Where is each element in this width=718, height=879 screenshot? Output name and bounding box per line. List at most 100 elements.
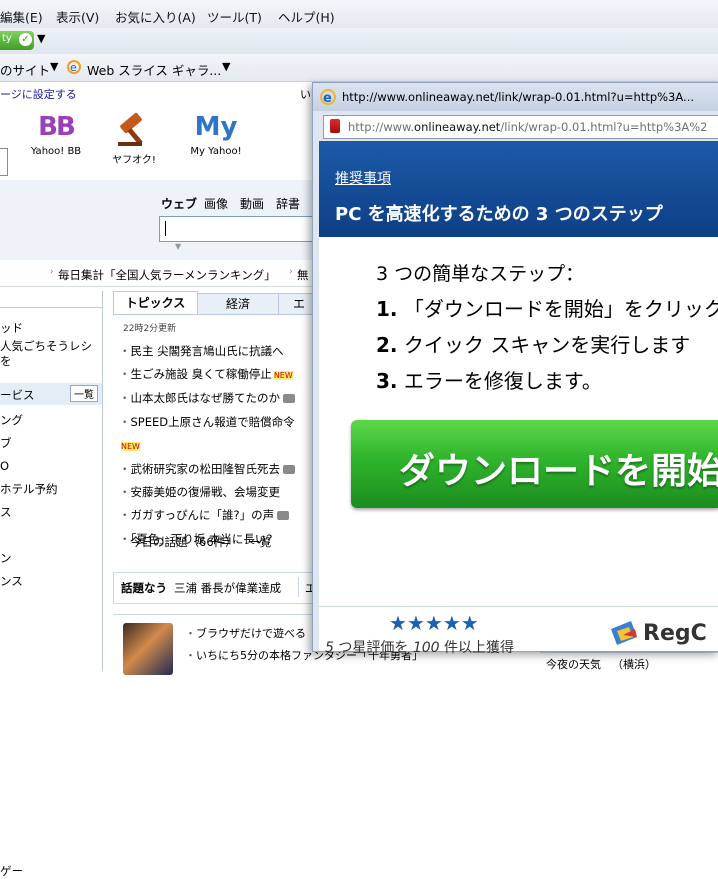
rating-text: 5 つ星評価を 100 件以上獲得 [325,640,515,656]
topics-list-link[interactable]: 一覧 [248,535,271,549]
nav-item[interactable]: ッド [0,317,92,339]
nav-item[interactable]: O [0,455,58,478]
ad-headline: PC を高速化するための 3 つのステップ [335,204,663,225]
favorites-bar: のサイト ▼ e Web スライス ギャラ... ▼ [0,54,718,82]
dropdown-arrow-icon[interactable]: ▼ [37,32,45,45]
svg-text:e: e [70,61,77,74]
command-bar: ty ✓ ▼ [0,28,718,54]
trending-label: 話題なう [121,581,167,595]
download-start-button[interactable]: ダウンロードを開始 [351,420,718,508]
menu-bar: 編集(E) 表示(V) お気に入り(A) ツール(T) ヘルプ(H) [0,0,718,28]
text-cursor [165,221,166,236]
search-tab-web[interactable]: ウェブ [161,195,197,212]
search-tab-dictionary[interactable]: 辞書 [276,195,300,212]
camera-icon [283,465,295,475]
triangle-down-icon: ▼ [175,242,182,251]
left-navigation: ッド 人気ごちそうレシ を ービス 一覧 ング ブ O ホテル予約 ス ン ンス… [0,291,103,878]
nav-item[interactable]: を [0,354,92,369]
service-label: My Yahoo! [190,146,242,157]
popup-title-bar[interactable]: e http://www.onlineaway.net/link/wrap-0.… [313,83,718,111]
menu-help[interactable]: ヘルプ(H) [278,7,335,26]
ad-header: 推奨事項 PC を高速化するための 3 つのステップ [319,141,718,237]
topic-item[interactable]: ・ガガすっぴんに「誰?」の声 [119,504,312,527]
brand-name: RegC [643,621,707,646]
menu-favorites[interactable]: お気に入り(A) [115,7,196,26]
star-icon: ★ [406,611,425,635]
star-icon: ★ [460,611,479,635]
topic-item[interactable]: ・安藤美姫の復帰戦、会場変更 [119,481,312,504]
tab-topics[interactable]: トピックス [113,291,198,314]
topic-item[interactable]: ・SPEED上原さん報道で賠償命令NEW [119,411,312,458]
star-icon: ★ [442,611,461,635]
regclean-logo-icon [609,619,639,647]
topic-item[interactable]: ・山本太郎氏はなぜ勝てたのか [119,387,312,410]
yahoo-bb-link[interactable]: BB Yahoo! BB [30,112,82,157]
dropdown-arrow-icon[interactable]: ▼ [222,60,230,73]
ticker-bar: › 毎日集計「全国人気ラーメンランキング」 › 無 [0,262,312,287]
update-time: 22時2分更新 [123,324,177,334]
suggested-sites-link[interactable]: のサイト [0,60,50,79]
nav-item[interactable]: 人気ごちそうレシ [0,339,92,354]
dropdown-arrow-icon[interactable]: ▼ [50,60,58,73]
game-character-thumbnail[interactable] [123,623,173,675]
search-tab-images[interactable]: 画像 [204,195,228,212]
today-topics-link[interactable]: 今日の話題（66件） 一覧 [130,534,271,550]
topic-item[interactable]: ・武術研究家の松田隆智氏死去 [119,458,312,481]
popup-address-bar[interactable]: http://www.onlineaway.net/link/wrap-0.01… [323,115,718,139]
steps-list: 1. 「ダウンロードを開始」をクリック 2. クイック スキャンを実行します 3… [376,291,718,399]
check-circle-icon: ✓ [19,33,32,46]
topic-item[interactable]: ・民主 尖閣発言鳩山氏に抗議へ [119,340,312,363]
menu-view[interactable]: 表示(V) [56,7,99,26]
popup-content: 推奨事項 PC を高速化するための 3 つのステップ 3 つの簡単なステップ： … [319,141,718,656]
camera-icon [277,511,290,521]
services-list-button[interactable]: 一覧 [70,385,98,402]
weather-strip: 今夜の天気 （横浜） [540,652,718,674]
text-fragment: い [300,88,311,101]
weather-label: 今夜の天気 [546,658,601,671]
step-item: 1. 「ダウンロードを開始」をクリック [376,297,718,321]
my-yahoo-link[interactable]: My My Yahoo! [188,112,244,157]
svg-text:e: e [323,91,332,106]
set-homepage-link[interactable]: ージに設定する [0,86,77,102]
security-status-button[interactable]: ty ✓ [0,31,34,50]
nav-item[interactable]: ゲー [0,863,23,879]
steps-subhead: 3 つの簡単なステップ： [376,263,585,285]
page-icon [330,119,340,133]
menu-edit[interactable]: 編集(E) [0,7,43,26]
web-slice-gallery-link[interactable]: Web スライス ギャラ... [87,60,221,79]
services-header: ービス 一覧 [0,383,102,405]
star-icon: ★ [389,611,407,635]
auction-gavel-icon [118,112,143,146]
topic-item[interactable]: ・生ごみ施設 臭くて稼働停止 NEW [119,363,312,387]
nav-item[interactable]: ンス [0,570,58,593]
left-search-input[interactable] [0,148,8,176]
nav-item[interactable]: ング [0,409,58,432]
bb-logo-icon: BB [38,112,76,142]
trending-link[interactable]: 三浦 番長が偉業達成 [174,580,281,596]
service-label: Yahoo! BB [30,146,82,157]
trending-bar: 話題なう 三浦 番長が偉業達成 エ [113,572,317,604]
menu-tools[interactable]: ツール(T) [207,7,262,26]
star-icon: ★ [424,611,443,635]
nav-item[interactable]: ホテル予約 [0,478,58,501]
camera-icon [283,394,295,404]
ticker-link[interactable]: 毎日集計「全国人気ラーメンランキング」 [58,267,276,283]
my-logo-icon: My [194,112,238,142]
auction-link[interactable]: ヤフオク! [108,112,160,166]
step-item: 3. エラーを修復します。 [376,369,602,393]
nav-item[interactable]: ン [0,547,58,570]
nav-item[interactable]: ブ [0,432,58,455]
search-tab-video[interactable]: 動画 [240,195,264,212]
topics-list: ・民主 尖閣発言鳩山氏に抗議へ ・生ごみ施設 臭くて稼働停止 NEW ・山本太郎氏… [119,340,312,551]
search-area: ウェブ 画像 動画 辞書 ▼ [0,180,321,260]
new-badge: NEW [273,371,293,381]
nav-item[interactable]: ス [0,501,58,524]
weather-place[interactable]: （横浜） [612,656,656,672]
chevron-right-icon: › [289,267,293,277]
recommendation-link[interactable]: 推奨事項 [335,168,391,188]
ticker-link[interactable]: 無 [297,267,309,283]
ie-logo-icon: e [319,88,337,106]
tab-economy[interactable]: 経済 [197,293,279,315]
search-input[interactable] [159,216,321,242]
promo-area: ・ブラウザだけで遊べる「 ・いちにち5分の本格ファンタジー「千年勇者」 [113,614,423,675]
